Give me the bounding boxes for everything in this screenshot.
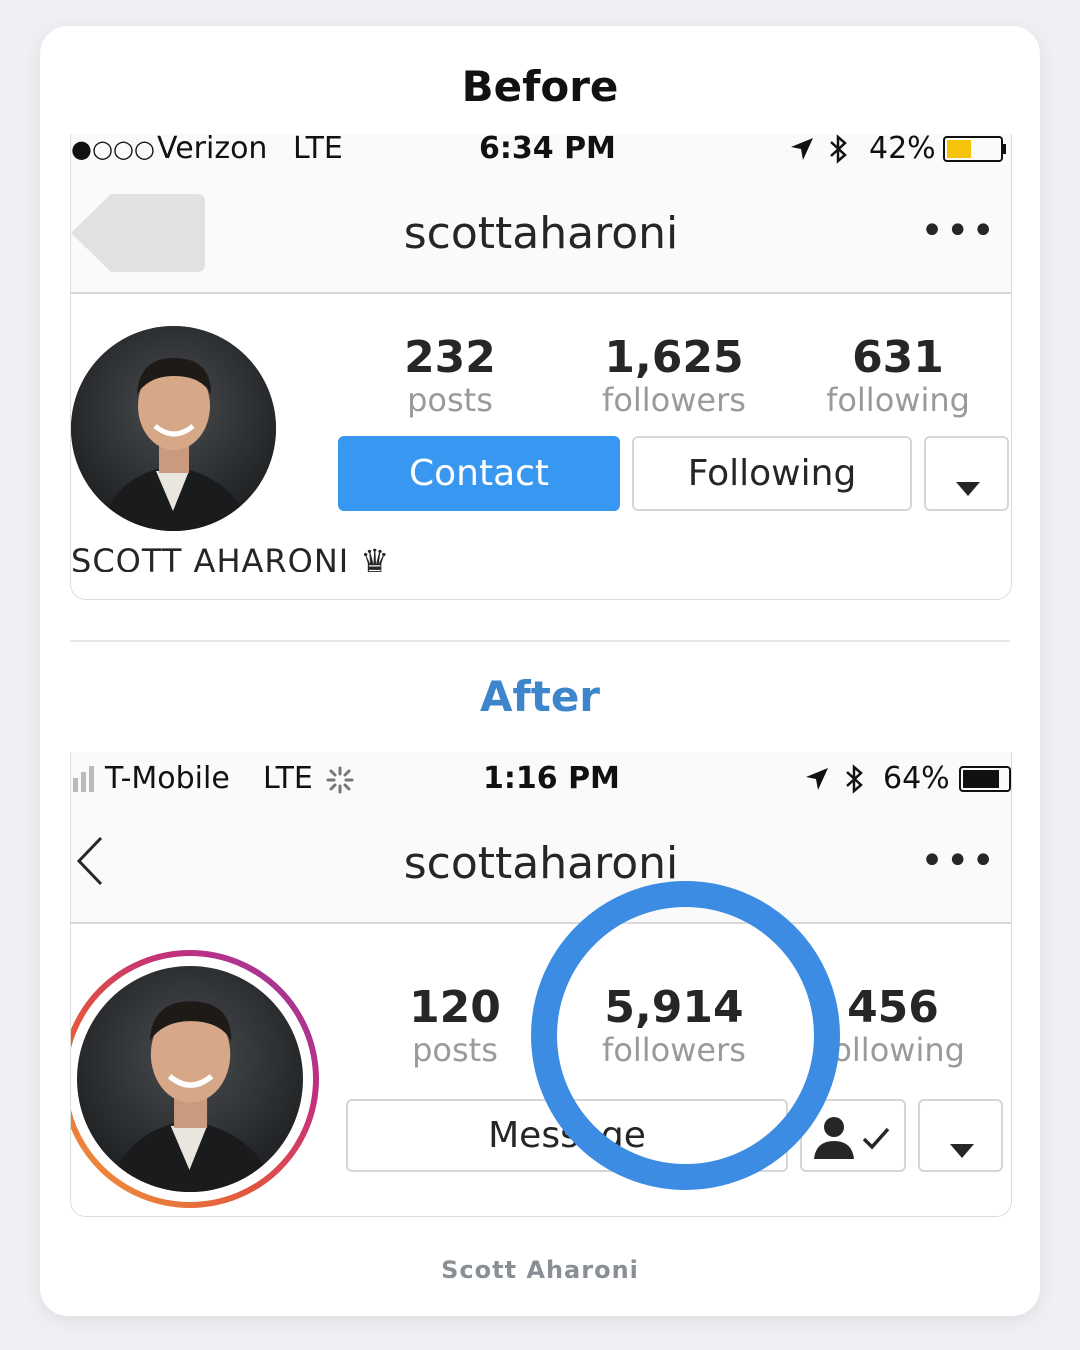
more-options-icon[interactable]: ••• (920, 208, 997, 254)
posts-stat[interactable]: 232 posts (350, 332, 550, 419)
following-label: following (826, 381, 970, 419)
before-profile-section: 232 posts 1,625 followers 631 following … (71, 294, 1011, 599)
network-type: LTE (293, 134, 343, 166)
after-nav-bar: scottaharoni ••• (71, 792, 1011, 924)
avatar[interactable] (77, 966, 303, 1192)
after-heading: After (479, 672, 601, 721)
posts-stat[interactable]: 120 posts (355, 982, 555, 1069)
before-nav-bar: scottaharoni ••• (71, 164, 1011, 294)
section-divider (70, 640, 1010, 642)
dropdown-button[interactable] (924, 436, 1009, 511)
battery-percent: 42% (869, 134, 936, 166)
before-status-bar: ●○○○ Verizon LTE 6:34 PM 42% (71, 134, 1011, 164)
before-heading: Before (461, 62, 619, 111)
followers-label: followers (602, 381, 746, 419)
posts-count: 120 (409, 982, 501, 1033)
following-button[interactable]: Following (632, 436, 912, 511)
chevron-down-icon (956, 466, 980, 507)
contact-button[interactable]: Contact (338, 436, 620, 511)
carrier-name: Verizon (157, 134, 268, 166)
profile-username: scottaharoni (403, 838, 679, 889)
battery-percent: 64% (883, 761, 950, 796)
bio-name: SCOTT AHARONI ♛ (71, 542, 391, 572)
status-time: 1:16 PM (483, 761, 620, 796)
dropdown-button[interactable] (918, 1099, 1003, 1172)
followers-count: 1,625 (604, 332, 744, 383)
after-status-bar: T-Mobile LTE 1:16 PM 64% (71, 764, 1011, 794)
carrier-name: T-Mobile (105, 761, 230, 796)
followers-highlight-circle (531, 881, 840, 1190)
posts-label: posts (407, 381, 493, 419)
status-time: 6:34 PM (479, 134, 616, 166)
followers-stat[interactable]: 1,625 followers (574, 332, 774, 419)
posts-count: 232 (404, 332, 496, 383)
photo-credit: Scott Aharoni (441, 1256, 639, 1284)
chevron-down-icon (950, 1128, 974, 1169)
avatar[interactable] (71, 326, 276, 531)
following-count: 631 (852, 332, 944, 383)
signal-dots: ●○○○ (71, 135, 155, 163)
profile-username: scottaharoni (403, 208, 679, 259)
following-stat[interactable]: 631 following (798, 332, 998, 419)
user-check-icon (814, 1115, 894, 1168)
network-type: LTE (263, 761, 313, 796)
posts-label: posts (412, 1031, 498, 1069)
before-screenshot: ●○○○ Verizon LTE 6:34 PM 42% scottaharon… (70, 134, 1012, 600)
more-options-icon[interactable]: ••• (920, 838, 997, 884)
